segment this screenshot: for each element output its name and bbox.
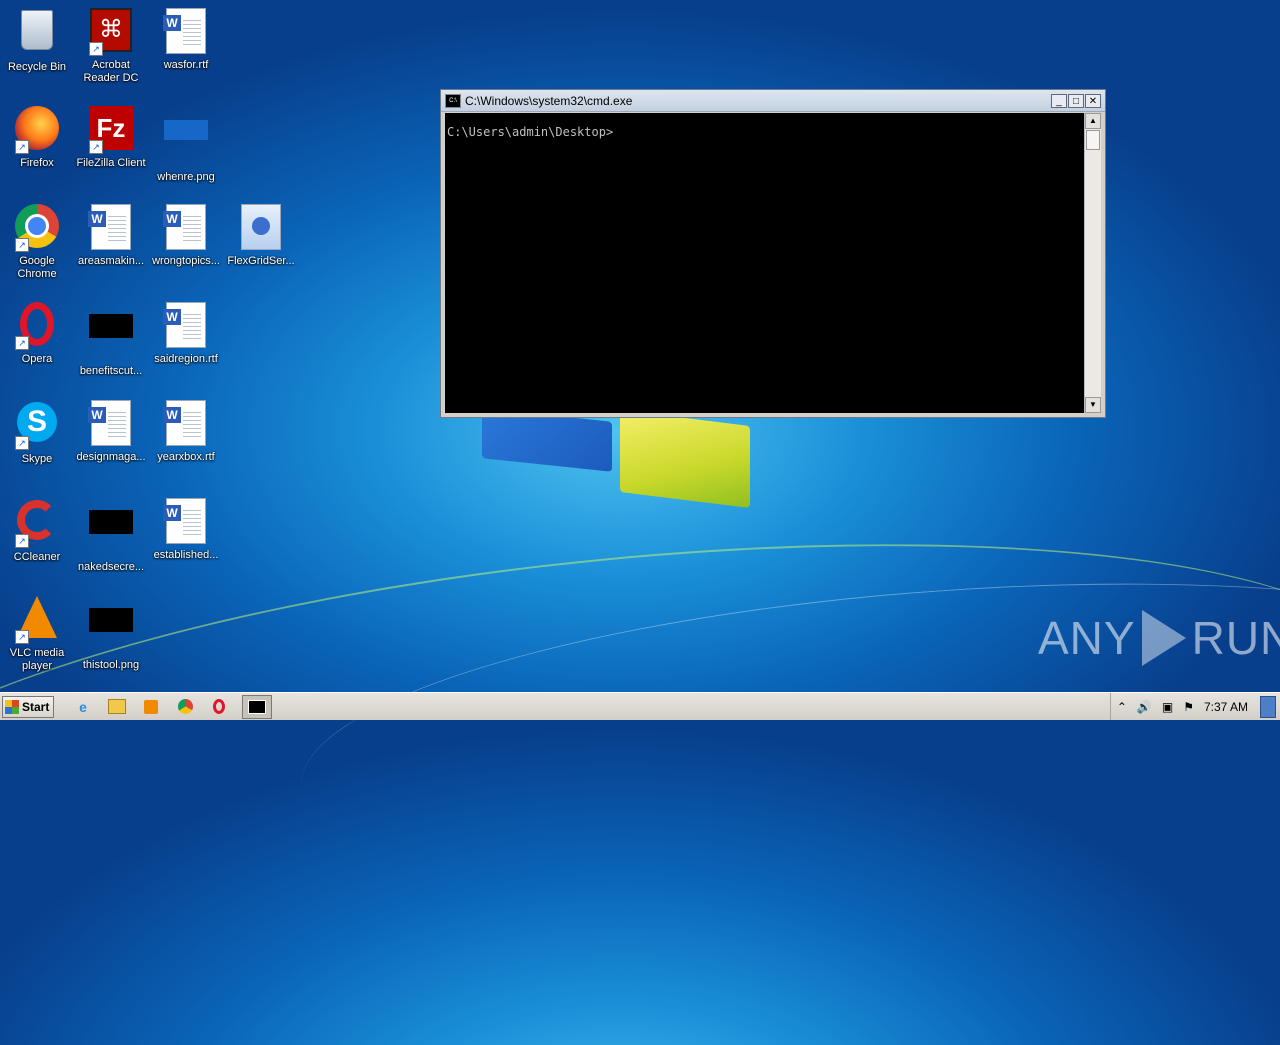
desktop-icon-vlc[interactable]: ↗ VLC media player — [0, 594, 74, 673]
scroll-thumb[interactable] — [1086, 130, 1100, 150]
image-thumbnail-icon — [162, 120, 210, 168]
scroll-up-arrow-icon[interactable]: ▲ — [1085, 113, 1101, 129]
media-file-icon — [237, 204, 285, 252]
word-doc-icon: W — [162, 204, 210, 252]
firefox-icon: ↗ — [13, 106, 61, 154]
vertical-scrollbar[interactable]: ▲ ▼ — [1084, 113, 1101, 413]
minimize-button[interactable]: _ — [1051, 93, 1067, 108]
icon-label: designmaga... — [76, 451, 146, 463]
desktop-icon-acrobat[interactable]: ⌘ ↗ Acrobat Reader DC — [74, 6, 148, 85]
opera-icon: ↗ — [13, 302, 61, 350]
desktop-icon-benefitscut[interactable]: benefitscut... — [74, 300, 148, 378]
acrobat-icon: ⌘ ↗ — [87, 8, 135, 56]
show-hidden-icons-icon[interactable]: ⌃ — [1117, 700, 1127, 714]
vlc-icon: ↗ — [13, 596, 61, 644]
image-thumbnail-icon — [87, 608, 135, 656]
console-output[interactable]: C:\Users\admin\Desktop> — [445, 113, 1086, 413]
icon-label: wasfor.rtf — [163, 59, 209, 71]
cmd-icon[interactable] — [242, 694, 272, 719]
icon-label: Opera — [21, 353, 53, 365]
wallpaper-logo-yellow — [620, 410, 750, 508]
ccleaner-icon: ↗ — [13, 500, 61, 548]
show-desktop-button[interactable] — [1260, 695, 1276, 718]
icon-label: nakedsecre... — [77, 561, 145, 573]
desktop-icon-skype[interactable]: S ↗ Skype — [0, 398, 74, 466]
word-doc-icon: W — [162, 8, 210, 56]
taskbar: Start e ⌃ 🔊 ▣ ⚑ 7:37 AM — [0, 692, 1280, 720]
word-doc-icon: W — [162, 400, 210, 448]
command-prompt: C:\Users\admin\Desktop> — [447, 125, 614, 139]
icon-label: areasmakin... — [77, 255, 145, 267]
watermark-text-left: ANY — [1038, 612, 1136, 664]
icon-label: CCleaner — [13, 551, 61, 563]
word-doc-icon: W — [87, 204, 135, 252]
image-thumbnail-icon — [87, 314, 135, 362]
desktop-icon-established[interactable]: W established... — [149, 496, 223, 562]
desktop-icon-ccleaner[interactable]: ↗ CCleaner — [0, 496, 74, 564]
desktop-icon-flexgridser[interactable]: FlexGridSer... — [224, 202, 298, 268]
desktop-icon-filezilla[interactable]: Fz ↗ FileZilla Client — [74, 104, 148, 170]
desktop-icon-whenre[interactable]: whenre.png — [149, 104, 223, 184]
watermark-text-right: RUN — [1191, 612, 1280, 664]
maximize-button[interactable]: □ — [1068, 93, 1084, 108]
word-doc-icon: W — [87, 400, 135, 448]
icon-label: Recycle Bin — [7, 61, 67, 73]
image-thumbnail-icon — [87, 510, 135, 558]
icon-label: Google Chrome — [17, 255, 57, 280]
desktop-icon-firefox[interactable]: ↗ Firefox — [0, 104, 74, 170]
icon-label: wrongtopics... — [152, 255, 220, 267]
desktop-icon-opera[interactable]: ↗ Opera — [0, 300, 74, 366]
icon-label: established... — [153, 549, 219, 561]
desktop-icon-thistool[interactable]: thistool.png — [74, 594, 148, 672]
icon-label: Firefox — [20, 157, 54, 169]
window-title: C:\Windows\system32\cmd.exe — [465, 93, 633, 108]
filezilla-icon: Fz ↗ — [87, 106, 135, 154]
desktop-icon-wasfor[interactable]: W wasfor.rtf — [149, 6, 223, 72]
cmd-titlebar[interactable]: C:\ C:\Windows\system32\cmd.exe _ □ ✕ — [441, 90, 1105, 112]
play-logo-icon — [1141, 610, 1186, 666]
internet-explorer-icon[interactable]: e — [72, 696, 94, 718]
desktop-icon-yearxbox[interactable]: W yearxbox.rtf — [149, 398, 223, 464]
start-label: Start — [22, 699, 50, 714]
desktop-icon-areasmakin[interactable]: W areasmakin... — [74, 202, 148, 268]
icon-label: VLC media player — [9, 647, 65, 672]
icon-label: FileZilla Client — [76, 157, 146, 169]
cmd-window[interactable]: C:\ C:\Windows\system32\cmd.exe _ □ ✕ C:… — [440, 89, 1106, 418]
chrome-icon: ↗ — [13, 204, 61, 252]
anyrun-watermark: ANY RUN — [1038, 610, 1280, 666]
desktop-icon-nakedsecre[interactable]: nakedsecre... — [74, 496, 148, 574]
desktop-icon-designmaga[interactable]: W designmaga... — [74, 398, 148, 464]
media-player-icon[interactable] — [140, 696, 162, 718]
desktop-icon-saidregion[interactable]: W saidregion.rtf — [149, 300, 223, 366]
desktop-icon-recycle-bin[interactable]: Recycle Bin — [0, 6, 74, 74]
system-tray: ⌃ 🔊 ▣ ⚑ 7:37 AM — [1109, 693, 1280, 720]
word-doc-icon: W — [162, 302, 210, 350]
network-icon[interactable]: ▣ — [1162, 700, 1173, 714]
action-center-flag-icon[interactable]: ⚑ — [1183, 700, 1194, 714]
start-button[interactable]: Start — [2, 695, 54, 718]
icon-label: benefitscut... — [79, 365, 143, 377]
cmd-app-icon: C:\ — [445, 93, 461, 108]
icon-label: whenre.png — [157, 171, 215, 183]
chrome-icon[interactable] — [174, 696, 196, 718]
word-doc-icon: W — [162, 498, 210, 546]
icon-label: Acrobat Reader DC — [83, 59, 139, 84]
skype-icon: S ↗ — [13, 402, 61, 450]
icon-label: FlexGridSer... — [227, 255, 295, 267]
explorer-icon[interactable] — [106, 696, 128, 718]
windows-logo-icon — [5, 699, 19, 714]
recycle-bin-icon — [13, 10, 61, 58]
scroll-down-arrow-icon[interactable]: ▼ — [1085, 397, 1101, 413]
icon-label: yearxbox.rtf — [157, 451, 215, 463]
desktop-icon-wrongtopics[interactable]: W wrongtopics... — [149, 202, 223, 268]
close-button[interactable]: ✕ — [1085, 93, 1101, 108]
volume-icon[interactable]: 🔊 — [1137, 700, 1152, 714]
opera-icon[interactable] — [208, 696, 230, 718]
icon-label: saidregion.rtf — [154, 353, 218, 365]
icon-label: thistool.png — [82, 659, 140, 671]
desktop-icon-chrome[interactable]: ↗ Google Chrome — [0, 202, 74, 281]
clock[interactable]: 7:37 AM — [1204, 700, 1248, 714]
icon-label: Skype — [21, 453, 53, 465]
